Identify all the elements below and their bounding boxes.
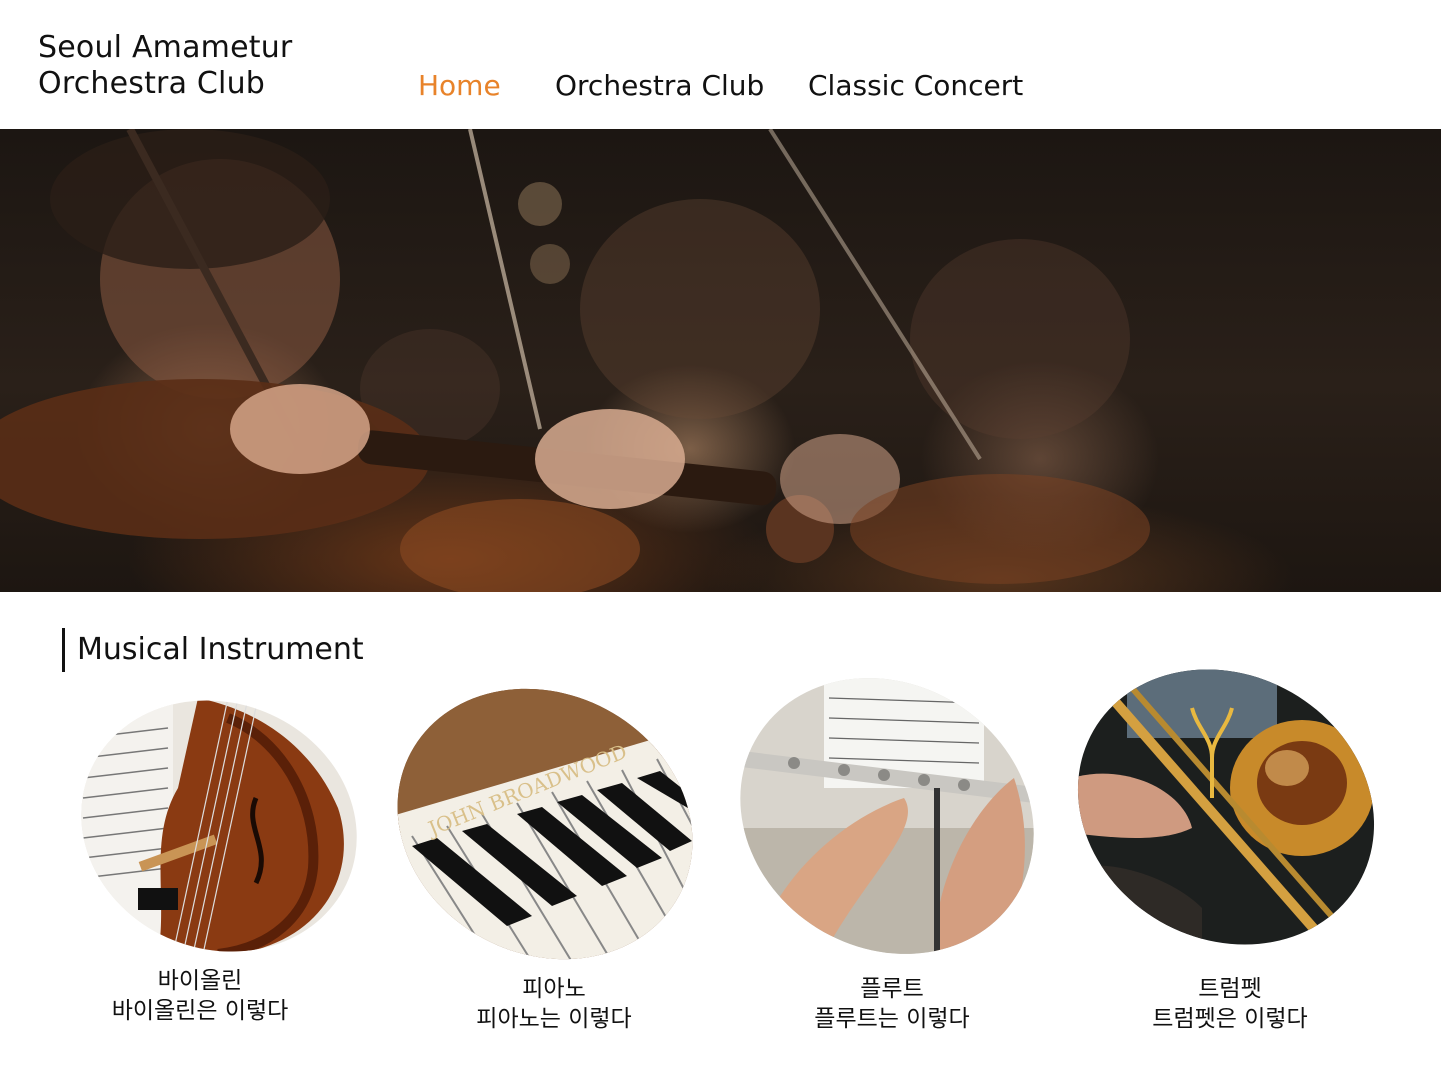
site-title-line1: Seoul Amametur bbox=[38, 30, 293, 65]
nav-home-link[interactable]: Home bbox=[418, 68, 555, 104]
instrument-desc-trumpet: 트럼펫은 이렇다 bbox=[1152, 1006, 1308, 1032]
piano-image[interactable]: JOHN BROADWOOD bbox=[392, 686, 698, 962]
nav-orchestra-club-link[interactable]: Orchestra Club bbox=[555, 68, 808, 104]
instrument-desc-piano: 피아노는 이렇다 bbox=[476, 1006, 632, 1032]
flute-image[interactable] bbox=[734, 678, 1040, 954]
instrument-desc-violin: 바이올린은 이렇다 bbox=[111, 998, 289, 1024]
instrument-name-piano: 피아노 bbox=[522, 976, 586, 1002]
instrument-name-flute: 플루트 bbox=[860, 976, 924, 1002]
instrument-name-violin: 바이올린 bbox=[157, 968, 243, 994]
site-logo[interactable]: Seoul Amametur Orchestra Club bbox=[38, 30, 292, 102]
site-header: Seoul Amametur Orchestra Club Home Orche… bbox=[0, 0, 1441, 129]
nav-classic-concert-link[interactable]: Classic Concert bbox=[808, 68, 1023, 104]
main-nav: Home Orchestra Club Classic Concert bbox=[418, 68, 1023, 104]
hero-illustration bbox=[0, 129, 1150, 592]
section-title-musical-instrument: Musical Instrument bbox=[62, 628, 364, 672]
trumpet-image[interactable] bbox=[1072, 668, 1380, 946]
instrument-name-trumpet: 트럼펫 bbox=[1198, 976, 1262, 1002]
site-title-line2: Orchestra Club bbox=[38, 66, 266, 101]
hero-orchestra-photo bbox=[0, 129, 1441, 592]
violin-image[interactable] bbox=[78, 698, 360, 954]
instrument-desc-flute: 플루트는 이렇다 bbox=[814, 1006, 970, 1032]
